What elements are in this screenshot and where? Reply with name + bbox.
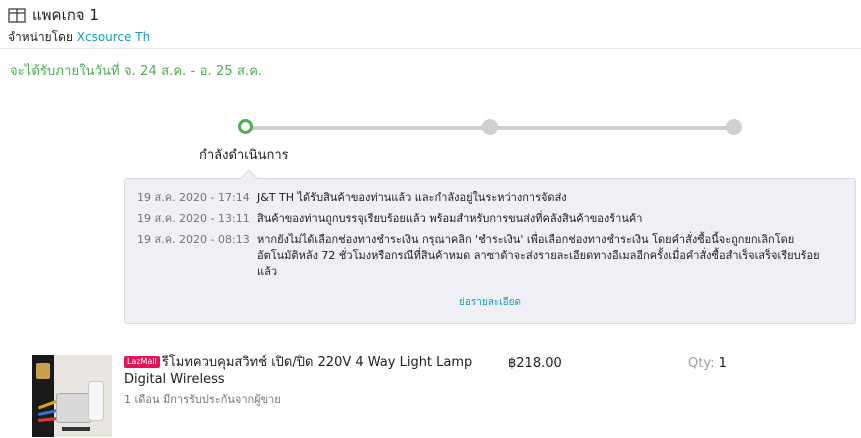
event-description: สินค้าของท่านถูกบรรจุเรียบร้อยแล้ว พร้อม… (257, 212, 643, 225)
tracking-box-caret (240, 169, 258, 187)
tracking-details-box: 19 ส.ค. 2020 - 17:14 J&T TH ได้รับสินค้า… (124, 169, 856, 324)
tracking-event: 19 ส.ค. 2020 - 17:14 J&T TH ได้รับสินค้า… (137, 190, 832, 206)
qty-value: 1 (718, 356, 727, 371)
package-header: แพคเกจ 1 จำหน่ายโดย Xcsource Th (8, 6, 861, 47)
product-thumbnail[interactable] (32, 355, 112, 437)
progress-tracker: กำลังดำเนินการ (0, 112, 861, 172)
thumbnail-badge (36, 363, 50, 379)
sold-by-label: จำหน่ายโดย (8, 30, 73, 44)
thumbnail-logo (62, 427, 90, 431)
product-name-text: รีโมทควบคุมสวิทช์ เปิด/ปิด 220V 4 Way Li… (124, 355, 473, 387)
delivery-estimate: จะได้รับภายในวันที่ จ. 24 ส.ค. - อ. 25 ส… (10, 64, 263, 79)
package-title-row: แพคเกจ 1 (8, 6, 861, 24)
header-divider (0, 48, 861, 49)
event-time: 19 ส.ค. 2020 - 13:11 (137, 212, 250, 225)
progress-step-label: กำลังดำเนินการ (199, 148, 289, 163)
seller-link[interactable]: Xcsource Th (77, 30, 150, 44)
event-description: J&T TH ได้รับสินค้าของท่านแล้ว และกำลังอ… (257, 191, 567, 204)
sold-by-line: จำหน่ายโดย Xcsource Th (8, 28, 861, 47)
package-title: แพคเกจ 1 (32, 6, 99, 24)
collapse-details-link[interactable]: ย่อรายละเอียด (125, 295, 855, 310)
event-time: 19 ส.ค. 2020 - 17:14 (137, 191, 250, 204)
tracking-event: 19 ส.ค. 2020 - 13:11 สินค้าของท่านถูกบรร… (137, 211, 832, 227)
event-description: หากยังไม่ได้เลือกช่องทางชำระเงิน กรุณาคล… (257, 233, 820, 278)
lazmall-badge: LazMall (124, 356, 160, 368)
product-name[interactable]: LazMall รีโมทควบคุมสวิทช์ เปิด/ปิด 220V 4… (124, 354, 494, 388)
warranty-text: 1 เดือน มีการรับประกันจากผู้ขาย (124, 393, 281, 406)
package-icon (8, 7, 26, 23)
qty-label: Qty: (688, 356, 715, 371)
progress-step-3 (726, 119, 742, 135)
event-time: 19 ส.ค. 2020 - 08:13 (137, 233, 250, 246)
tracking-event: 19 ส.ค. 2020 - 08:13 หากยังไม่ได้เลือกช่… (137, 232, 832, 280)
item-price: ฿218.00 (508, 356, 562, 371)
order-item: LazMall รีโมทควบคุมสวิทช์ เปิด/ปิด 220V 4… (0, 352, 861, 438)
thumbnail-remote (88, 381, 104, 421)
item-quantity: Qty: 1 (688, 356, 727, 371)
thumbnail-switch-box (56, 393, 92, 423)
progress-step-1 (238, 119, 253, 134)
progress-step-2 (482, 119, 498, 135)
